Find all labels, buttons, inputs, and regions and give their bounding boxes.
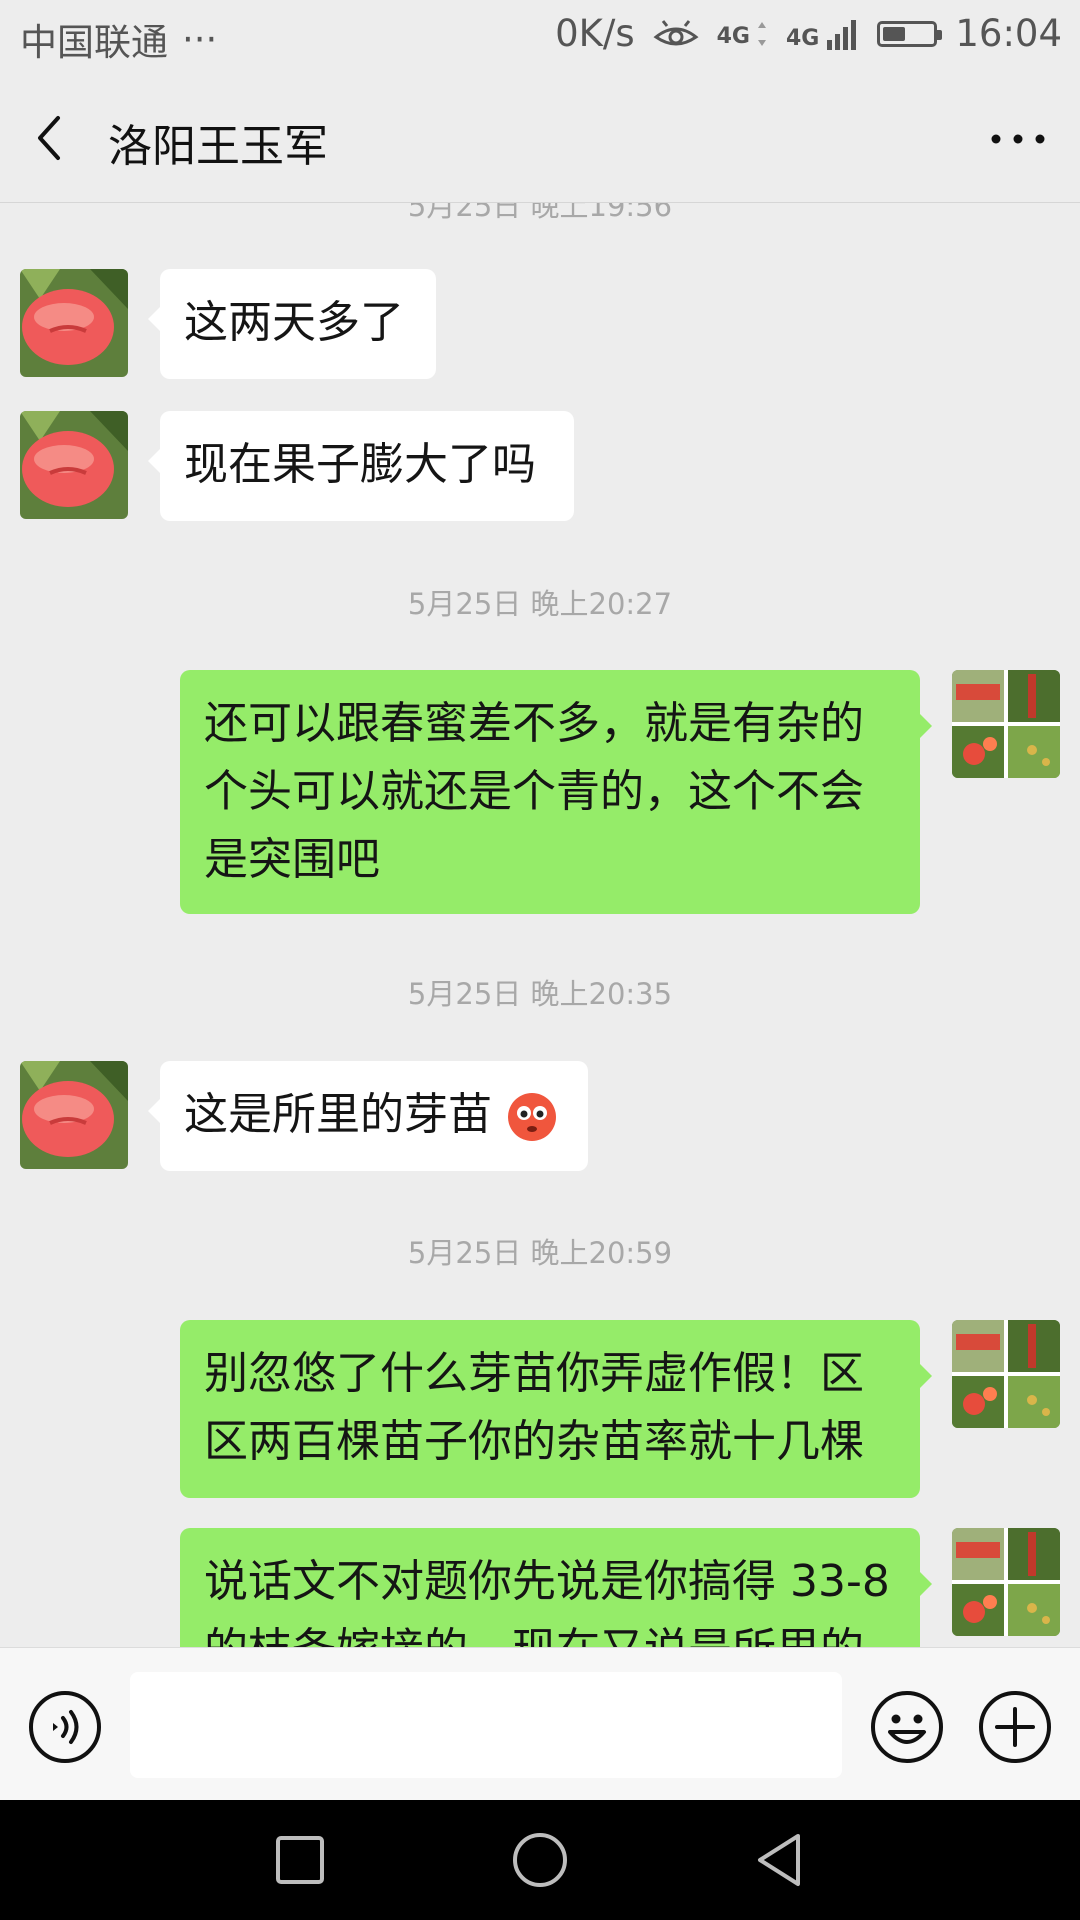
carrier-name: 中国联通 bbox=[20, 21, 168, 64]
message-text: 这两天多了 bbox=[184, 297, 404, 348]
orchard-avatar-image bbox=[952, 1320, 1060, 1428]
orchard-avatar-image bbox=[952, 1528, 1060, 1636]
contact-avatar[interactable] bbox=[20, 411, 128, 519]
triangle-back-icon bbox=[758, 1834, 800, 1886]
voice-button[interactable] bbox=[28, 1690, 102, 1764]
input-bar bbox=[0, 1647, 1080, 1801]
peach-avatar-image bbox=[20, 411, 128, 519]
more-actions-button[interactable] bbox=[978, 1690, 1052, 1764]
timestamp-clipped: 5月25日 晚上19:56 bbox=[407, 203, 673, 223]
chat-title: 洛阳王玉军 bbox=[108, 121, 328, 172]
home-button[interactable] bbox=[510, 1830, 570, 1890]
network-speed: 0K/s bbox=[555, 12, 635, 55]
battery-level bbox=[883, 26, 906, 41]
message-text: 还可以跟春蜜差不多，就是有杂的个头可以就还是个青的，这个不会是突围吧 bbox=[204, 698, 864, 885]
more-dots-icon bbox=[991, 134, 1045, 144]
peach-avatar-image bbox=[20, 1061, 128, 1169]
message-bubble-sent[interactable]: 还可以跟春蜜差不多，就是有杂的个头可以就还是个青的，这个不会是突围吧 bbox=[180, 670, 932, 914]
message-text: 说话文不对题你先说是你搞得 33-8 的枝条嫁接的，现在又说是所里的 bbox=[204, 1556, 890, 1647]
plus-circle-icon bbox=[979, 1691, 1051, 1763]
message-list[interactable]: 5月25日 晚上19:56 这两天多了 现在果子膨大了吗 5月25日 晚上20:… bbox=[0, 203, 1080, 1647]
clock: 16:04 bbox=[955, 12, 1062, 55]
flushed-face-emoji bbox=[508, 1093, 556, 1141]
peach-avatar-image bbox=[20, 269, 128, 377]
message-text: 别忽悠了什么芽苗你弄虚作假！区区两百棵苗子你的杂苗率就十几棵 bbox=[204, 1348, 864, 1467]
message-text: 这是所里的芽苗 bbox=[184, 1089, 492, 1140]
battery-icon bbox=[877, 20, 943, 47]
signal-bars-icon bbox=[827, 19, 857, 50]
my-avatar[interactable] bbox=[952, 670, 1060, 778]
timestamp: 5月25日 晚上20:35 bbox=[407, 977, 673, 1011]
status-dots: ··· bbox=[182, 17, 218, 61]
title-bar: 洛阳王玉军 bbox=[0, 74, 1080, 203]
system-back-button[interactable] bbox=[750, 1830, 810, 1890]
orchard-avatar-image bbox=[952, 670, 1060, 778]
back-button[interactable] bbox=[28, 108, 88, 168]
status-right: 0K/s 4G 4G 16:04 bbox=[555, 12, 1062, 55]
network-4g-a: 4G bbox=[717, 20, 768, 48]
network-4g-label-b: 4G bbox=[785, 25, 820, 51]
eye-icon bbox=[653, 19, 699, 45]
contact-avatar[interactable] bbox=[20, 269, 128, 377]
square-recent-icon bbox=[276, 1836, 324, 1884]
timestamp: 5月25日 晚上20:27 bbox=[407, 587, 673, 621]
system-nav-bar bbox=[0, 1800, 1080, 1920]
my-avatar[interactable] bbox=[952, 1528, 1060, 1636]
network-4g-label-a: 4G bbox=[716, 23, 750, 49]
circle-home-icon bbox=[513, 1833, 567, 1887]
chat-screen: 中国联通 ··· 0K/s 4G 4G 16:04 洛阳王玉军 5月25日 晚上… bbox=[0, 0, 1080, 1920]
data-arrows-icon bbox=[757, 21, 766, 46]
message-bubble-received[interactable]: 这是所里的芽苗 bbox=[148, 1061, 588, 1171]
emoji-button[interactable] bbox=[870, 1690, 944, 1764]
contact-avatar[interactable] bbox=[20, 1061, 128, 1169]
more-button[interactable] bbox=[986, 114, 1050, 164]
emoji-smile-icon bbox=[871, 1691, 943, 1763]
message-input[interactable] bbox=[130, 1672, 842, 1778]
recent-apps-button[interactable] bbox=[270, 1830, 330, 1890]
message-bubble-received[interactable]: 这两天多了 bbox=[148, 269, 436, 379]
status-left: 中国联通 ··· bbox=[20, 12, 217, 66]
network-4g-b: 4G bbox=[786, 18, 859, 50]
message-bubble-sent[interactable]: 说话文不对题你先说是你搞得 33-8 的枝条嫁接的，现在又说是所里的 bbox=[180, 1528, 932, 1647]
voice-icon bbox=[29, 1691, 101, 1763]
message-bubble-received[interactable]: 现在果子膨大了吗 bbox=[148, 411, 574, 521]
status-bar: 中国联通 ··· 0K/s 4G 4G 16:04 bbox=[0, 0, 1080, 74]
message-bubble-sent[interactable]: 别忽悠了什么芽苗你弄虚作假！区区两百棵苗子你的杂苗率就十几棵 bbox=[180, 1320, 932, 1498]
timestamp: 5月25日 晚上20:59 bbox=[407, 1236, 673, 1270]
my-avatar[interactable] bbox=[952, 1320, 1060, 1428]
message-text: 现在果子膨大了吗 bbox=[184, 439, 536, 490]
chevron-left-icon bbox=[38, 116, 60, 160]
